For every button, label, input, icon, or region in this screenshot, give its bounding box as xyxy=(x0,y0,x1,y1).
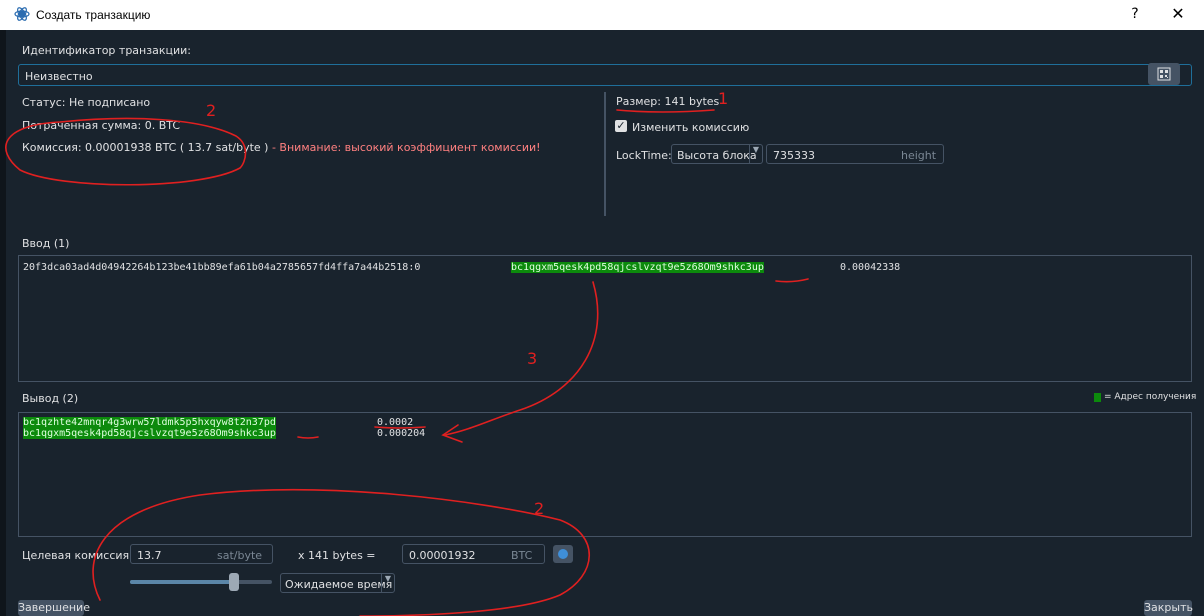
fee-amount-input[interactable]: 0.00001932 BTC xyxy=(402,544,545,564)
target-fee-label: Целевая комиссия: xyxy=(22,549,133,562)
input-amount: 0.00042338 xyxy=(840,262,901,273)
output-address: bc1qzhte42mnqr4g3wrw57ldmk5p5hxqyw8t2n37… xyxy=(23,417,276,428)
txid-label: Идентификатор транзакции: xyxy=(22,44,191,57)
locktime-input[interactable]: 735333 height xyxy=(766,144,944,164)
fee-slider-fill xyxy=(130,580,234,584)
fee-rate-unit: sat/byte xyxy=(217,549,263,562)
inputs-label: Ввод (1) xyxy=(22,237,70,250)
output-amount: 0.0002 xyxy=(377,417,414,428)
window-title: Создать транзакцию xyxy=(36,8,151,22)
vertical-divider xyxy=(604,92,606,216)
spent-amount-text: Потраченная сумма: 0. BTC xyxy=(22,119,181,132)
window-close-button[interactable]: ✕ xyxy=(1168,4,1188,23)
output-address: bc1qgxm5qesk4pd58qjcslvzqt9e5z68Om9shkc3… xyxy=(23,428,276,439)
fee-time-mode-select[interactable]: Ожидаемое время ▼ xyxy=(280,573,395,593)
fee-rate-input[interactable]: 13.7 sat/byte xyxy=(130,544,273,564)
times-size-text: x 141 bytes = xyxy=(298,549,376,562)
receive-address-swatch xyxy=(1094,393,1101,402)
fee-info-button[interactable] xyxy=(553,545,573,563)
chevron-down-icon: ▼ xyxy=(749,145,762,163)
locktime-value: 735333 xyxy=(773,149,815,162)
window-edge xyxy=(0,30,6,616)
size-underline xyxy=(616,109,715,113)
fee-amount-unit: BTC xyxy=(511,549,533,562)
info-icon xyxy=(558,549,568,559)
title-bar: Создать транзакцию ? ✕ xyxy=(0,0,1204,30)
fee-slider-handle[interactable] xyxy=(229,573,239,591)
fee-time-mode-value: Ожидаемое время xyxy=(285,578,393,591)
app-logo-icon xyxy=(14,7,30,21)
locktime-mode-value: Высота блока xyxy=(677,149,757,162)
qr-code-icon xyxy=(1157,67,1171,81)
fee-line: Комиссия: 0.00001938 BTC ( 13.7 sat/byte… xyxy=(22,141,541,154)
txid-field[interactable]: Неизвестно xyxy=(18,64,1192,86)
inputs-list[interactable]: 20f3dca03ad4d04942264b123be41bb89efa61b0… xyxy=(18,255,1192,382)
help-button[interactable]: ? xyxy=(1128,6,1142,22)
locktime-unit: height xyxy=(901,149,937,162)
outputs-list[interactable]: bc1qzhte42mnqr4g3wrw57ldmk5p5hxqyw8t2n37… xyxy=(18,412,1192,537)
locktime-mode-select[interactable]: Высота блока ▼ xyxy=(671,144,763,164)
receive-address-legend: = Адрес получения xyxy=(1104,392,1197,402)
change-fee-label: Изменить комиссию xyxy=(632,121,750,134)
qr-code-button[interactable] xyxy=(1148,63,1180,85)
fee-slider[interactable] xyxy=(130,580,272,584)
locktime-label: LockTime: xyxy=(616,149,672,162)
chevron-down-icon: ▼ xyxy=(381,574,394,592)
input-txref: 20f3dca03ad4d04942264b123be41bb89efa61b0… xyxy=(23,262,421,273)
annotation-number-1: 1 xyxy=(718,89,728,108)
close-button[interactable]: Закрыть xyxy=(1144,600,1193,616)
fee-rate-value: 13.7 xyxy=(137,549,162,562)
status-text: Статус: Не подписано xyxy=(22,96,151,109)
size-text: Размер: 141 bytes xyxy=(616,95,720,108)
annotation-number-2a: 2 xyxy=(206,101,216,120)
outputs-label: Вывод (2) xyxy=(22,392,79,405)
fee-warning: - Внимание: высокий коэффициент комиссии… xyxy=(268,141,541,154)
fee-amount-value: 0.00001932 xyxy=(409,549,476,562)
input-address: bc1qgxm5qesk4pd58qjcslvzqt9e5z68Om9shkc3… xyxy=(511,262,764,273)
fee-text: Комиссия: 0.00001938 BTC ( 13.7 sat/byte… xyxy=(22,141,269,154)
txid-value: Неизвестно xyxy=(25,70,93,83)
output-amount: 0.000204 xyxy=(377,428,426,439)
change-fee-checkbox[interactable]: ✓ xyxy=(615,120,627,132)
finalize-button[interactable]: Завершение xyxy=(18,600,90,616)
